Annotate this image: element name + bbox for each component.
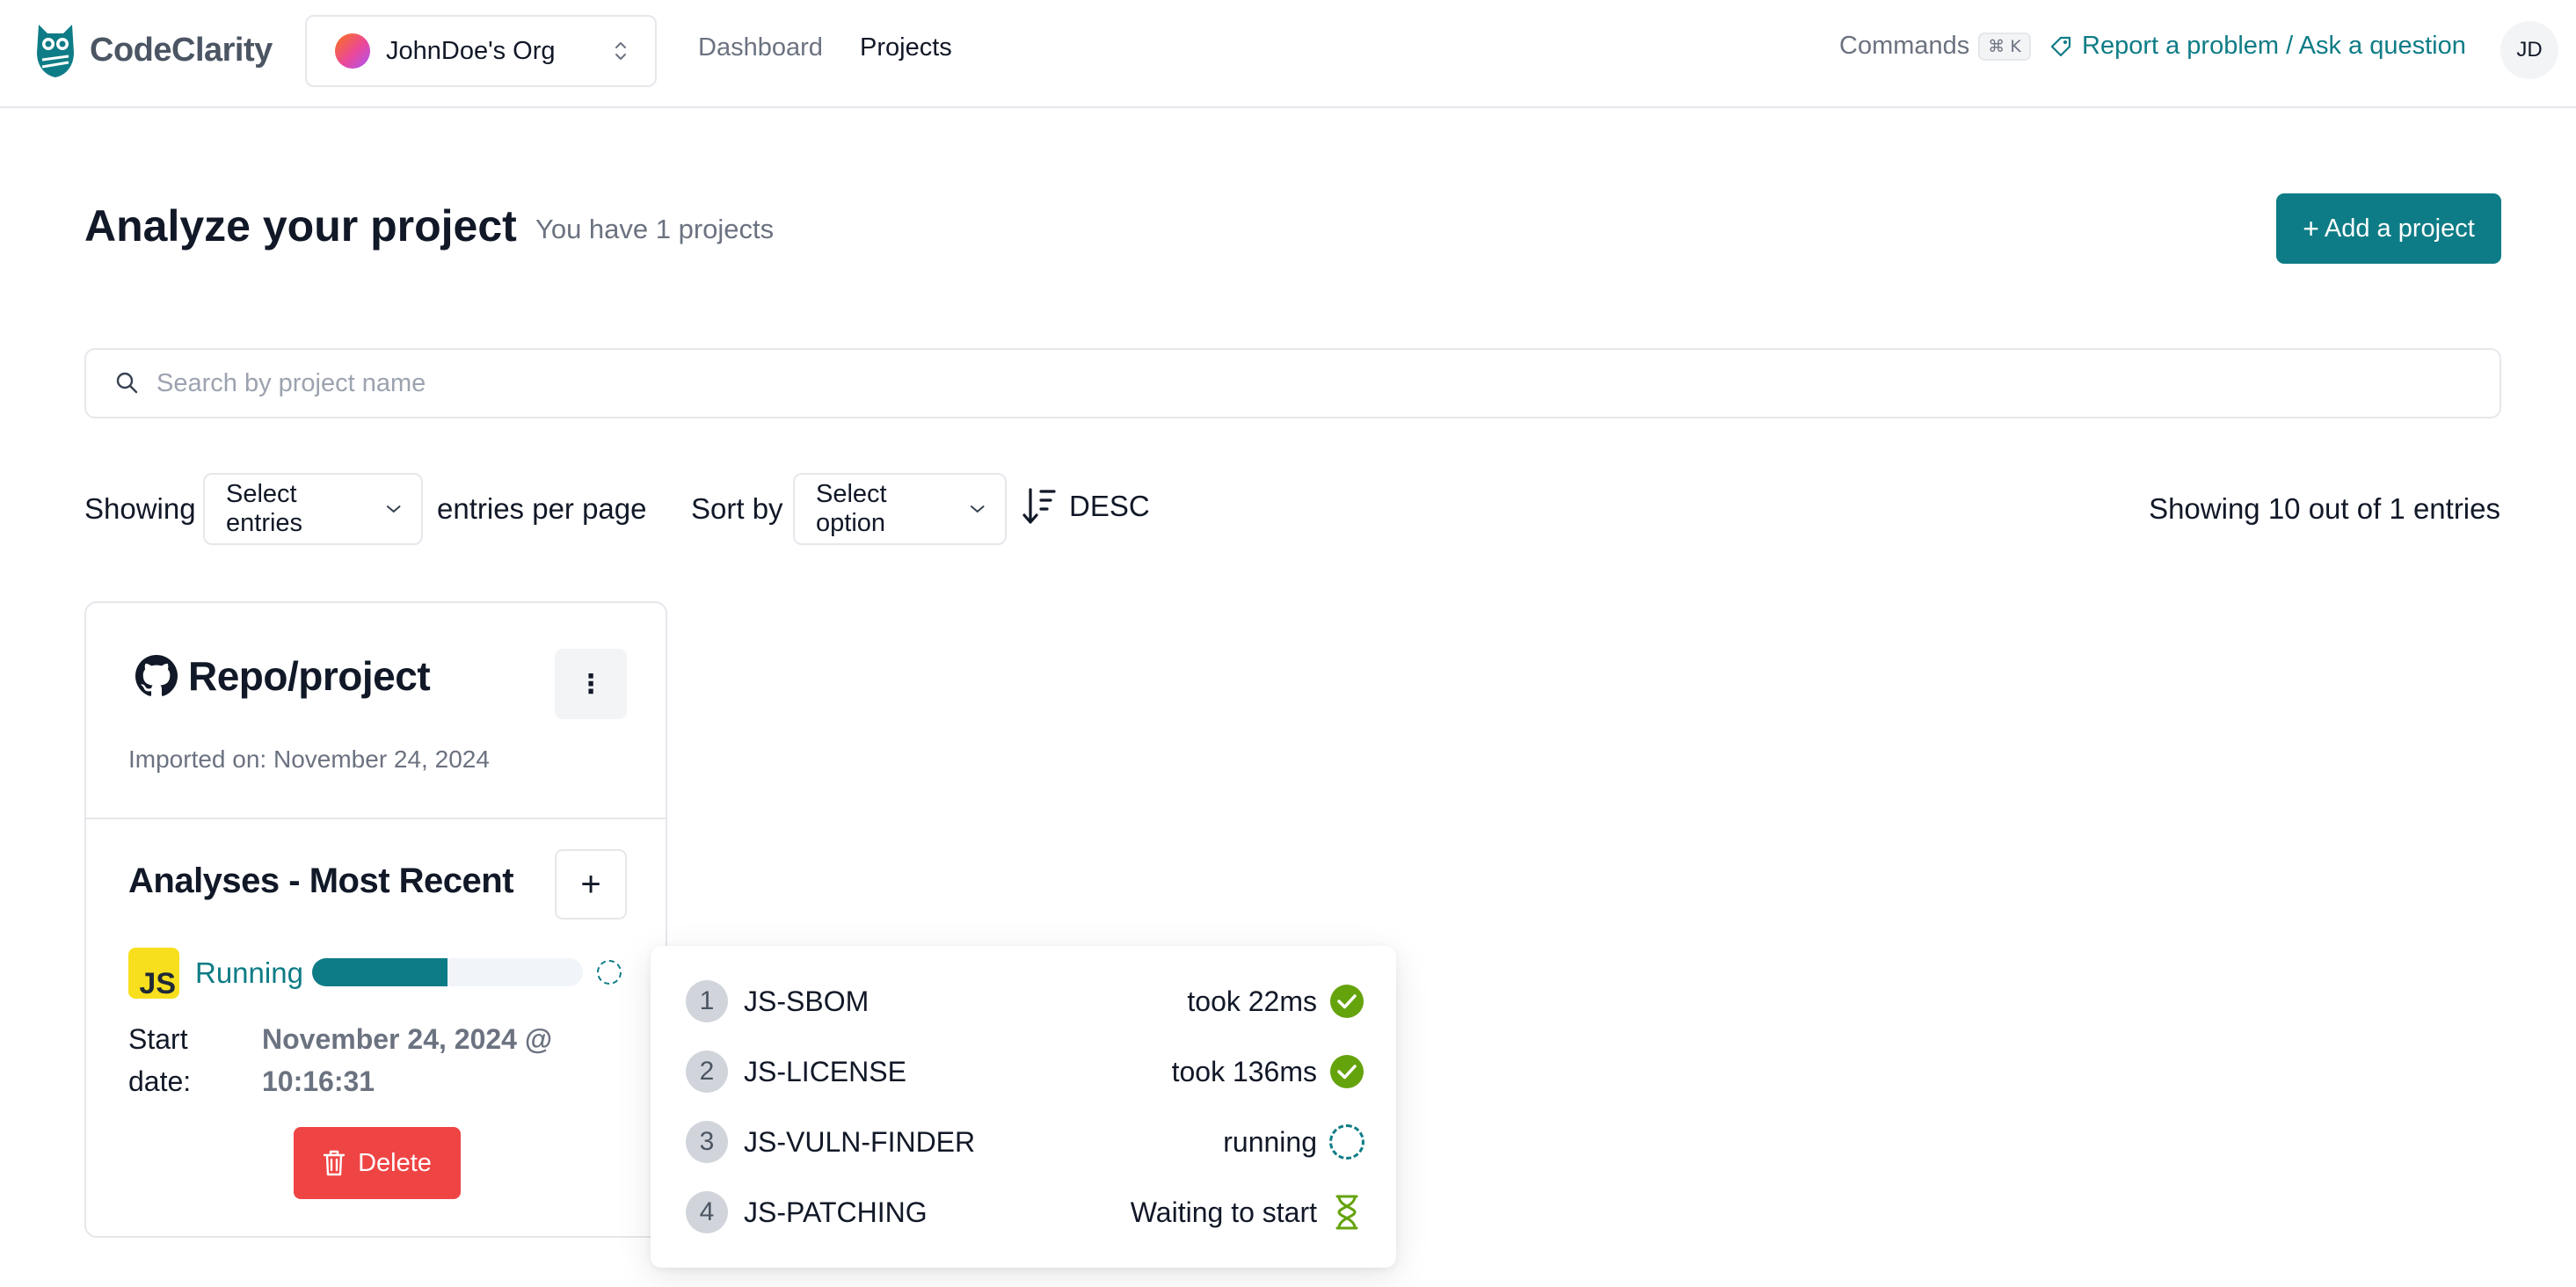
hourglass-icon [1329,1195,1364,1230]
step-status: running [1223,1125,1317,1158]
sort-select[interactable]: Select option [793,473,1007,545]
spinner-icon [597,960,622,985]
project-count: You have 1 projects [535,214,775,244]
page-title: Analyze your project [84,201,517,251]
brand-name: CodeClarity [90,31,273,69]
step-row: 4 JS-PATCHING Waiting to start [686,1190,1364,1234]
showing-label: Showing [84,492,196,525]
commands-label: Commands [1839,32,1970,60]
analyses-title: Analyses - Most Recent [128,862,514,900]
step-row: 3 JS-VULN-FINDER running [686,1120,1364,1164]
step-status: Waiting to start [1130,1196,1317,1228]
delete-analysis-button[interactable]: Delete [294,1127,461,1199]
project-card: Repo/project ⋮ Imported on: November 24,… [84,601,667,1238]
plus-icon: + [2303,212,2319,244]
project-title[interactable]: Repo/project [135,652,431,700]
step-status: took 136ms [1171,1055,1317,1087]
javascript-icon: JS [128,948,179,999]
search-bar[interactable] [84,348,2501,418]
check-circle-icon [1329,1054,1364,1089]
nav-dashboard[interactable]: Dashboard [698,33,823,62]
step-name: JS-PATCHING [744,1196,928,1228]
step-number: 1 [686,980,728,1022]
report-problem-link[interactable]: Report a problem / Ask a question [2048,32,2466,61]
sort-descending-icon [1022,488,1056,524]
chevron-down-icon [386,505,401,513]
sort-label: Sort by [691,492,783,525]
entries-count: Showing 10 out of 1 entries [2149,492,2500,525]
analysis-progress-fill [312,958,448,986]
entries-suffix: entries per page [437,492,647,525]
commands-shortcut: ⌘ K [1978,32,2031,61]
step-status: took 22ms [1187,985,1317,1017]
chevron-up-down-icon [615,42,626,60]
commands-button[interactable]: Commands ⌘ K [1839,32,2031,61]
delete-label: Delete [358,1148,432,1177]
add-analysis-button[interactable]: + [555,849,627,920]
card-divider [86,818,666,819]
add-project-label: Add a project [2324,214,2475,243]
analysis-progress-bar [312,958,583,986]
more-vertical-icon: ⋮ [578,669,604,699]
add-project-button[interactable]: + Add a project [2276,193,2501,264]
org-name: JohnDoe's Org [386,36,556,65]
start-date-label: Start date: [128,1023,192,1097]
trash-icon [323,1150,346,1176]
step-name: JS-SBOM [744,985,870,1017]
org-selector[interactable]: JohnDoe's Org [305,15,657,87]
analysis-steps-popover: 1 JS-SBOM took 22ms 2 JS-LICENSE took 13… [651,946,1396,1268]
entries-select-value: Select entries [226,480,303,537]
tag-icon [2050,36,2071,56]
github-icon [135,655,178,696]
top-navigation: CodeClarity JohnDoe's Org Dashboard Proj… [0,0,2576,108]
sort-direction-label: DESC [1069,490,1150,522]
step-row: 1 JS-SBOM took 22ms [686,979,1364,1023]
search-icon [116,372,138,394]
project-name: Repo/project [188,653,431,699]
step-number: 3 [686,1121,728,1163]
imported-date: Imported on: November 24, 2024 [128,745,490,773]
nav-projects[interactable]: Projects [860,33,952,62]
plus-icon: + [580,864,601,904]
step-number: 4 [686,1191,728,1233]
chevron-down-icon [970,505,985,513]
step-name: JS-VULN-FINDER [744,1125,976,1158]
check-circle-icon [1329,984,1364,1019]
step-name: JS-LICENSE [744,1055,906,1087]
brand-logo[interactable]: CodeClarity [33,21,273,79]
sort-direction-toggle[interactable]: DESC [1022,486,1150,527]
analysis-status[interactable]: Running [195,956,303,990]
sort-select-value: Select option [816,480,887,537]
report-label: Report a problem / Ask a question [2082,32,2466,60]
spinner-icon [1329,1124,1364,1160]
search-input[interactable] [156,368,2442,398]
step-number: 2 [686,1051,728,1093]
start-date-value: November 24, 2024 @ 10:16:31 [262,1023,553,1097]
user-avatar[interactable]: JD [2500,21,2558,79]
step-row: 2 JS-LICENSE took 136ms [686,1050,1364,1094]
entries-select[interactable]: Select entries [203,473,423,545]
project-menu-button[interactable]: ⋮ [555,649,627,719]
owl-logo-icon [37,25,74,77]
org-avatar [335,33,370,69]
